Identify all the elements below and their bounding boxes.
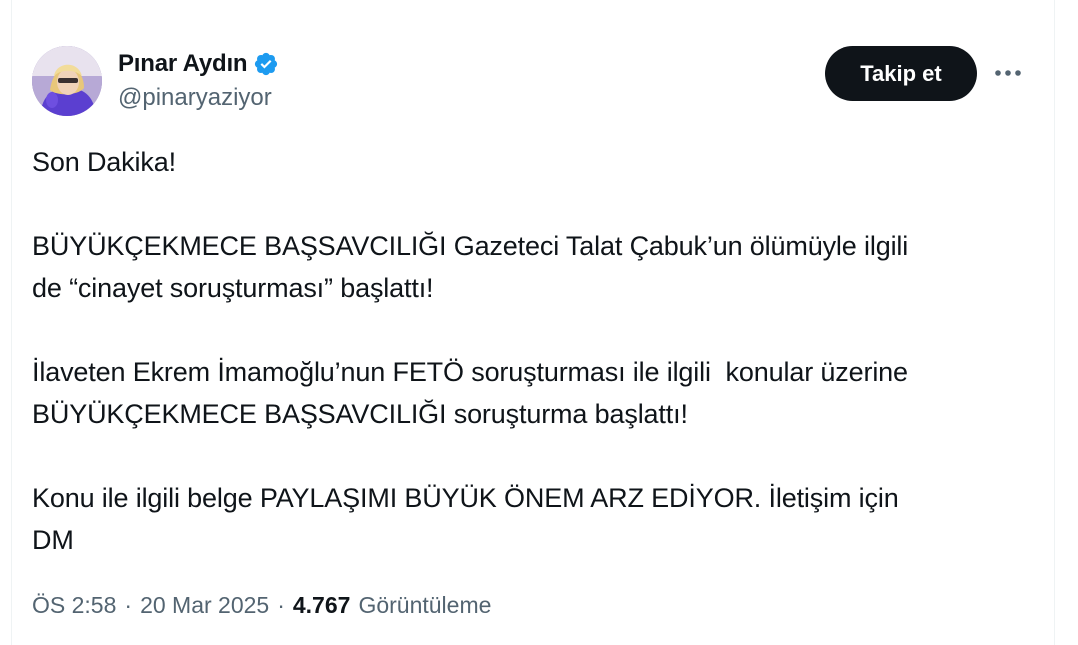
tweet-line: Konu ile ilgili belge PAYLAŞIMI BÜYÜK ÖN… bbox=[32, 483, 899, 513]
tweet-line: Son Dakika! bbox=[32, 147, 176, 177]
meta-separator: · bbox=[124, 591, 133, 618]
meta-separator: · bbox=[277, 591, 285, 618]
verified-badge-icon[interactable] bbox=[253, 51, 279, 77]
tweet-paragraph: Konu ile ilgili belge PAYLAŞIMI BÜYÜK ÖN… bbox=[32, 477, 1032, 561]
tweet-line: BÜYÜKÇEKMECE BAŞSAVCILIĞI soruşturma baş… bbox=[32, 399, 688, 429]
tweet-line: BÜYÜKÇEKMECE BAŞSAVCILIĞI Gazeteci Talat… bbox=[32, 231, 909, 261]
tweet-meta: ÖS 2:58 · 20 Mar 2025 · 4.767 Görüntülem… bbox=[32, 589, 491, 621]
display-name[interactable]: Pınar Aydın bbox=[118, 50, 248, 78]
tweet-paragraph: BÜYÜKÇEKMECE BAŞSAVCILIĞI Gazeteci Talat… bbox=[32, 225, 1032, 309]
views-count: 4.767 bbox=[292, 591, 351, 618]
views-label: Görüntüleme bbox=[358, 591, 492, 618]
tweet-line: de “cinayet soruşturması” başlattı! bbox=[32, 273, 434, 303]
tweet-line: DM bbox=[32, 525, 74, 555]
tweet-date[interactable]: 20 Mar 2025 bbox=[140, 592, 269, 619]
follow-button[interactable]: Takip et bbox=[825, 46, 977, 101]
tweet-line: İlaveten Ekrem İmamoğlu’nun FETÖ soruştu… bbox=[32, 357, 908, 387]
author-name-row: Pınar Aydın bbox=[118, 49, 279, 79]
tweet-paragraph: İlaveten Ekrem İmamoğlu’nun FETÖ soruştu… bbox=[32, 351, 1032, 435]
avatar-image bbox=[32, 46, 102, 116]
tweet-text: Son Dakika! BÜYÜKÇEKMECE BAŞSAVCILIĞI Ga… bbox=[32, 141, 1032, 561]
tweet-time[interactable]: ÖS 2:58 bbox=[32, 592, 116, 619]
more-options-icon[interactable] bbox=[991, 56, 1025, 90]
avatar[interactable] bbox=[32, 46, 102, 116]
tweet-paragraph: Son Dakika! bbox=[32, 141, 1032, 183]
user-handle[interactable]: @pinaryaziyor bbox=[118, 84, 272, 112]
